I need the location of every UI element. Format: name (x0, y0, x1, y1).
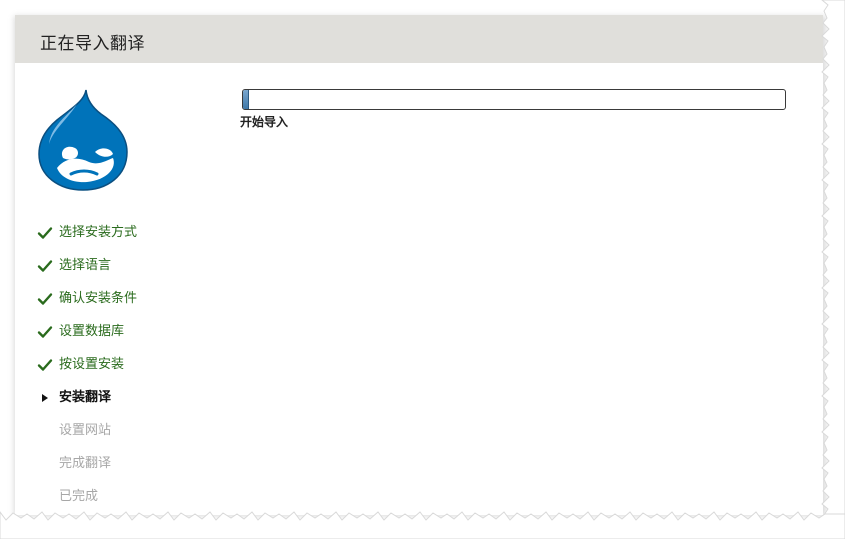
torn-edge-decoration (0, 0, 845, 539)
